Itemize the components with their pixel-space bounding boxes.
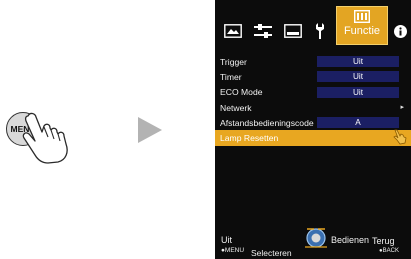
- menu-item-eco-mode[interactable]: ECO Mode Uit: [215, 85, 411, 100]
- menu-item-netwerk[interactable]: Netwerk ▸: [215, 100, 411, 115]
- menu-item-label: Netwerk: [220, 102, 252, 113]
- menu-tab-bar: Functie: [215, 0, 411, 50]
- play-arrow-icon: [138, 117, 162, 143]
- projector-osd: Functie Trigger Uit Timer Uit ECO Mode U…: [215, 0, 411, 259]
- tab-function[interactable]: Functie: [336, 6, 388, 45]
- hand-press-icon: [22, 112, 68, 164]
- tab-screen[interactable]: [281, 18, 305, 44]
- menu-item-trigger[interactable]: Trigger Uit: [215, 54, 411, 69]
- tab-function-label: Functie: [343, 25, 381, 37]
- menu-item-label: Afstandsbedieningscode: [220, 117, 314, 128]
- eco-mode-value[interactable]: Uit: [317, 86, 399, 98]
- footer-back-key: ●BACK: [379, 248, 399, 254]
- footer-back-label: Terug: [372, 236, 395, 246]
- tab-adjust[interactable]: [251, 18, 275, 44]
- installation-icon: [316, 23, 324, 39]
- timer-value[interactable]: Uit: [317, 71, 399, 83]
- footer-select-label: Selecteren: [251, 248, 292, 258]
- tab-picture[interactable]: [221, 18, 245, 44]
- picture-icon: [224, 24, 242, 38]
- hand-cursor-icon: [393, 129, 407, 145]
- menu-item-remote-code[interactable]: Afstandsbedieningscode A: [215, 115, 411, 130]
- footer-operate-label: Bedienen: [331, 235, 370, 245]
- remote-code-value[interactable]: A: [317, 117, 399, 129]
- menu-item-label: Lamp Resetten: [220, 133, 279, 144]
- tab-info[interactable]: [392, 18, 408, 44]
- footer-exit-label: Uit: [221, 235, 232, 245]
- footer-menu-key: ●MENU: [221, 247, 245, 254]
- screen-icon: [284, 24, 302, 38]
- menu-item-lamp-reset[interactable]: Lamp Resetten ▸: [215, 130, 411, 146]
- adjust-icon: [254, 24, 272, 38]
- menu-item-label: ECO Mode: [220, 87, 263, 98]
- menu-press-illustration: MENU: [0, 0, 200, 259]
- menu-item-label: Timer: [220, 71, 242, 82]
- chevron-right-icon: ▸: [400, 103, 404, 111]
- menu-item-timer[interactable]: Timer Uit: [215, 69, 411, 84]
- menu-item-label: Trigger: [220, 56, 247, 67]
- trigger-value[interactable]: Uit: [317, 56, 399, 67]
- function-icon: [354, 10, 370, 23]
- osd-footer: Uit ●MENU Selecteren Bedienen Terug ●BAC…: [215, 220, 411, 259]
- info-icon: [393, 24, 407, 38]
- dial-icon: [305, 228, 327, 248]
- function-menu-list: Trigger Uit Timer Uit ECO Mode Uit Netwe…: [215, 54, 411, 146]
- tab-installation[interactable]: [311, 18, 329, 44]
